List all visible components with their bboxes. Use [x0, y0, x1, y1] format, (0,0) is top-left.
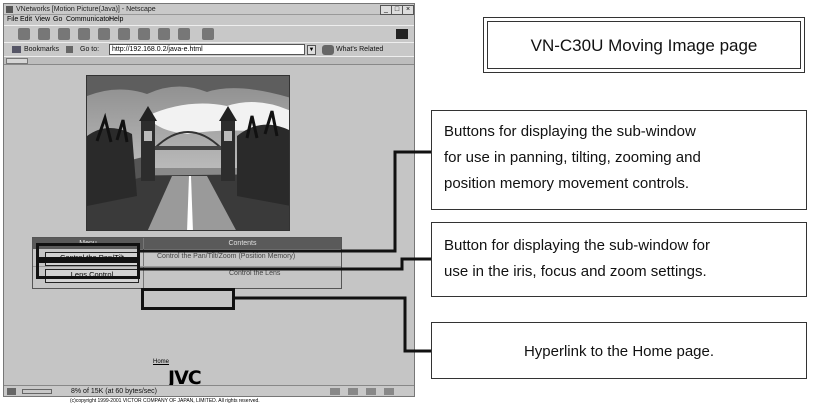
page-title-box: VN-C30U Moving Image page: [483, 17, 805, 73]
pan-tilt-callout-line: for use in panning, tilting, zooming and: [444, 149, 701, 166]
pan-tilt-callout: Buttons for displaying the sub-window fo…: [431, 110, 807, 210]
pan-tilt-callout-line: position memory movement controls.: [444, 175, 690, 192]
lens-leader: [140, 257, 431, 271]
page-title: VN-C30U Moving Image page: [487, 21, 801, 69]
home-callout: Hyperlink to the Home page.: [431, 322, 807, 379]
home-leader: [235, 296, 431, 353]
lens-callout-line: Button for displaying the sub-window for: [444, 237, 710, 254]
lens-callout-line: use in the iris, focus and zoom settings…: [444, 263, 707, 280]
lens-callout: Button for displaying the sub-window for…: [431, 222, 807, 297]
pan-tilt-leader: [140, 150, 431, 253]
pan-tilt-callout-line: Buttons for displaying the sub-window: [444, 123, 696, 140]
